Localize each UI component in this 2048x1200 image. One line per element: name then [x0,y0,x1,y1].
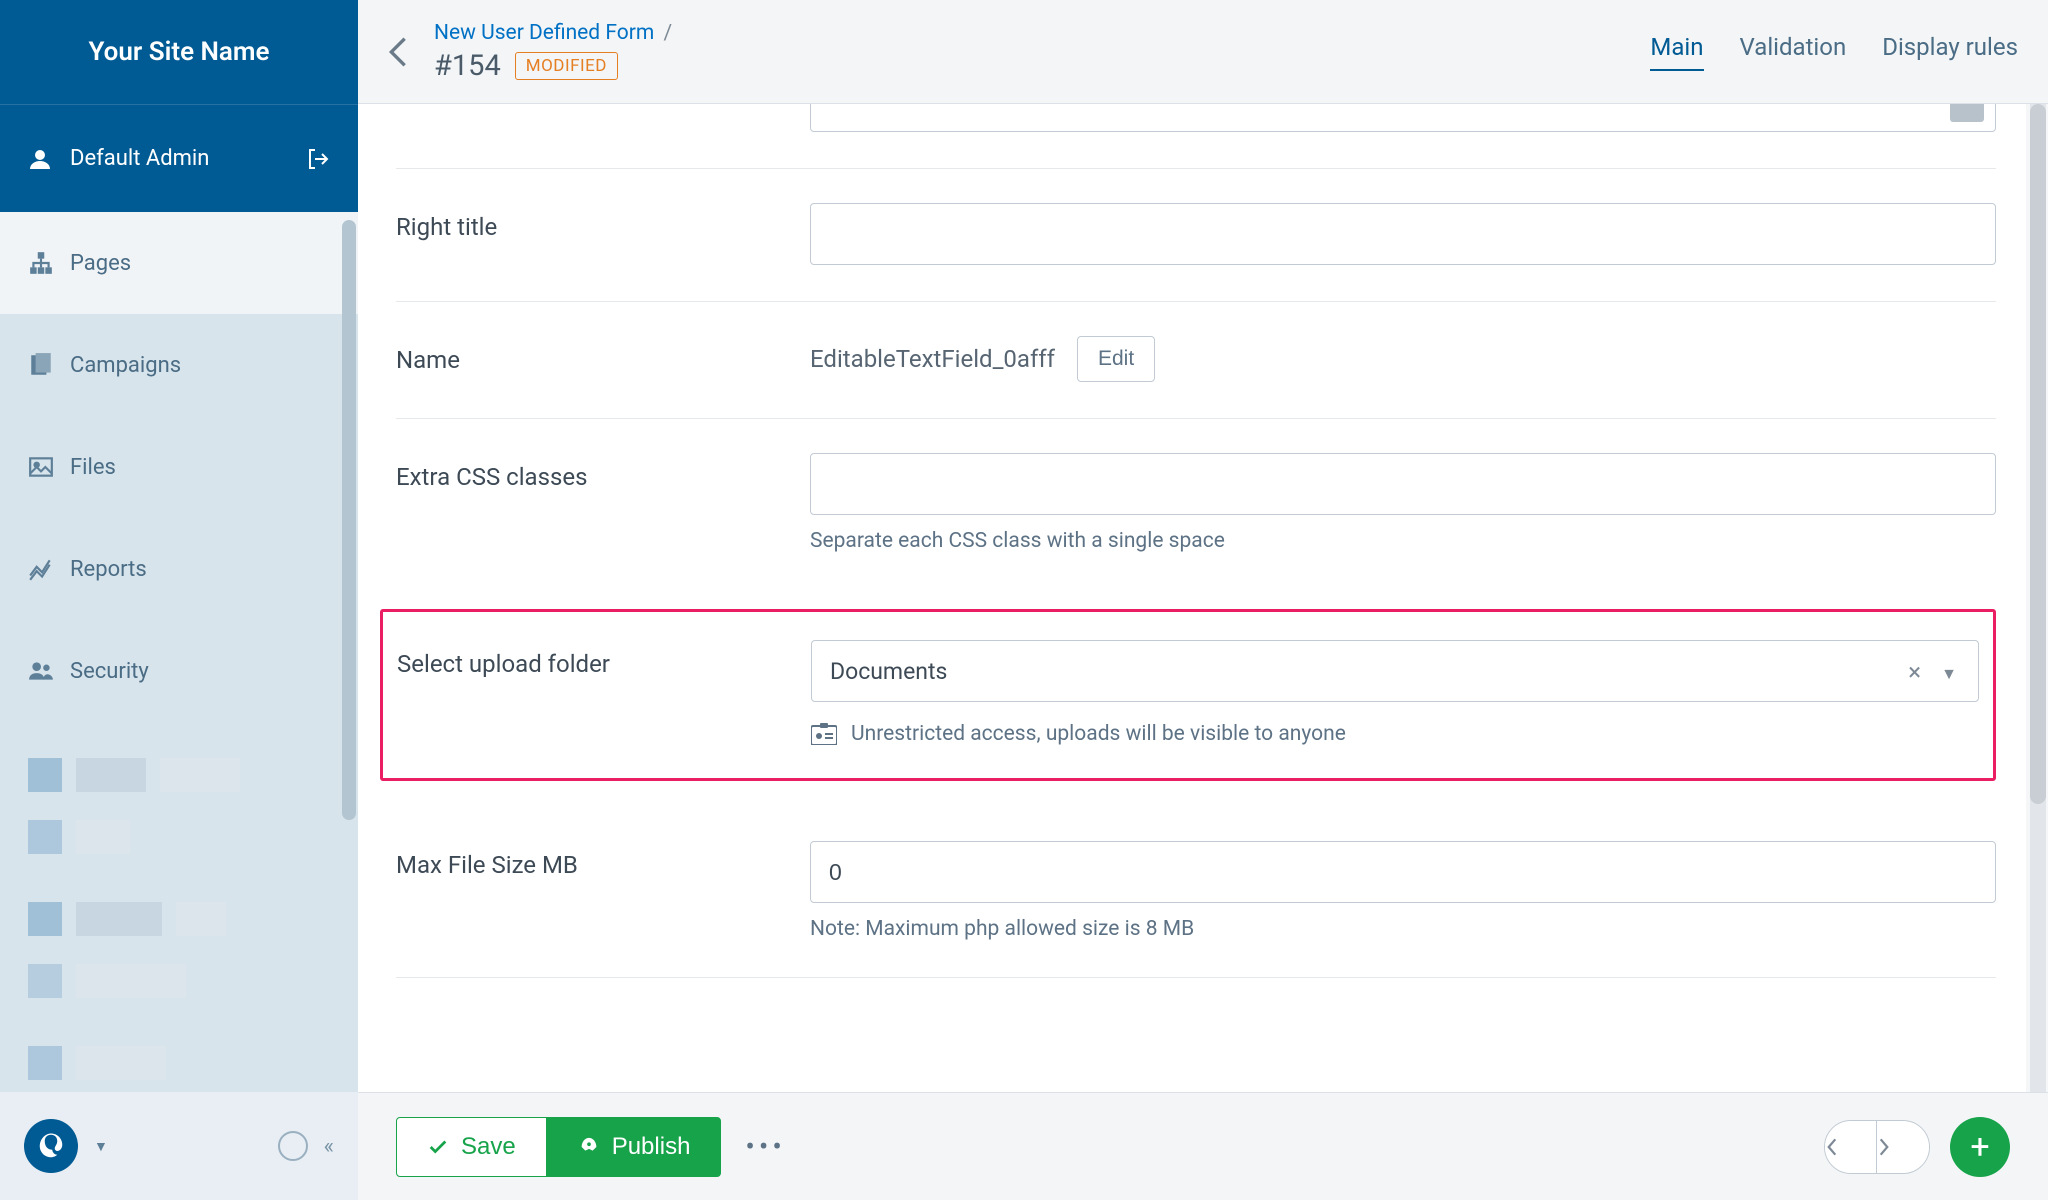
chevron-right-icon [1877,1136,1891,1158]
field-row-upload-folder: Select upload folder Documents × ▼ Unres… [397,640,1979,746]
main-scrollbar-track[interactable] [2030,104,2046,1092]
status-badge: MODIFIED [515,52,618,80]
field-row-max-size: Max File Size MB Note: Maximum php allow… [396,807,1996,978]
clear-icon[interactable]: × [1908,658,1921,686]
sidebar-item-redacted [0,806,358,868]
user-row[interactable]: Default Admin [0,104,358,212]
more-actions-button[interactable]: ••• [745,1130,785,1163]
field-label: Right title [396,203,810,265]
plus-icon: + [1970,1127,1989,1167]
sidebar-item-label: Pages [70,251,131,276]
right-title-input[interactable] [810,203,1996,265]
help-text: Note: Maximum php allowed size is 8 MB [810,917,1996,941]
sidebar-item-label: Campaigns [70,353,181,378]
sidebar-item-campaigns[interactable]: Campaigns [0,314,358,416]
logout-icon[interactable] [306,147,330,171]
sidebar-item-redacted [0,744,358,806]
tabs: Main Validation Display rules [1650,33,2018,71]
status-circle-icon [278,1131,308,1161]
sidebar-item-label: Files [70,455,116,480]
name-value: EditableTextField_0afff [810,345,1055,373]
sidebar-item-redacted [0,1032,358,1094]
select-value: Documents [830,658,947,685]
edit-name-button[interactable]: Edit [1077,336,1155,382]
site-header: Your Site Name [0,0,358,104]
sidebar-item-reports[interactable]: Reports [0,518,358,620]
sidebar-item-redacted [0,888,358,950]
sidebar-item-redacted [0,950,358,1012]
action-bar: Save Publish ••• + [358,1092,2048,1200]
breadcrumb-parent-link[interactable]: New User Defined Form [434,21,654,45]
save-button[interactable]: Save [396,1117,547,1177]
upload-folder-select[interactable]: Documents [811,640,1979,702]
sidebar-item-security[interactable]: Security [0,620,358,722]
sidebar-footer: ▼ « [0,1092,358,1200]
page-id: #154 [434,49,501,83]
breadcrumb-separator: / [663,21,672,45]
chevron-left-icon [1825,1136,1839,1158]
back-button[interactable] [388,35,426,69]
layers-icon [28,352,70,378]
field-label: Max File Size MB [396,841,810,941]
people-icon [28,658,70,684]
field-label: Name [396,336,810,382]
publish-label: Publish [612,1133,691,1161]
chart-icon [28,556,70,582]
field-label: Extra CSS classes [396,453,810,553]
tab-validation[interactable]: Validation [1740,33,1847,71]
main-scrollbar-thumb[interactable] [2030,104,2046,804]
cms-logo-icon[interactable] [24,1119,78,1173]
field-label: Select upload folder [397,640,811,746]
field-row-css: Extra CSS classes Separate each CSS clas… [396,419,1996,589]
css-classes-input[interactable] [810,453,1996,515]
sidebar-item-label: Reports [70,557,147,582]
tab-main[interactable]: Main [1650,33,1703,71]
field-row-cutoff [396,104,1996,169]
max-size-input[interactable] [810,841,1996,903]
chevron-down-icon[interactable]: ▼ [94,1138,108,1155]
breadcrumb: New User Defined Form / #154 MODIFIED [434,21,672,83]
save-label: Save [461,1133,516,1161]
editor-toggle-icon[interactable] [1950,104,1984,122]
sidebar: Your Site Name Default Admin Pages Campa… [0,0,358,1092]
add-button[interactable]: + [1950,1117,2010,1177]
next-button[interactable] [1877,1121,1929,1173]
text-input-cutoff[interactable] [810,104,1996,132]
pager [1824,1120,1930,1174]
sidebar-item-label: Security [70,659,149,684]
sidebar-item-pages[interactable]: Pages [0,212,358,314]
main-content: Right title Name EditableTextField_0afff… [358,104,2026,1092]
help-text: Separate each CSS class with a single sp… [810,529,1996,553]
id-card-icon [811,723,837,745]
user-name: Default Admin [70,146,306,171]
upload-warning-text: Unrestricted access, uploads will be vis… [851,722,1346,746]
chevron-down-icon[interactable]: ▼ [1941,664,1957,684]
sidebar-scrollbar[interactable] [342,220,356,820]
user-icon [28,147,52,171]
site-name: Your Site Name [89,37,270,67]
field-row-name: Name EditableTextField_0afff Edit [396,302,1996,419]
prev-button[interactable] [1825,1121,1877,1173]
publish-button[interactable]: Publish [547,1117,722,1177]
field-row-right-title: Right title [396,169,1996,302]
sitemap-icon [28,250,70,276]
rocket-icon [578,1136,600,1158]
sidebar-item-files[interactable]: Files [0,416,358,518]
topbar: New User Defined Form / #154 MODIFIED Ma… [358,0,2048,104]
upload-folder-highlight: Select upload folder Documents × ▼ Unres… [380,609,1996,781]
image-icon [28,454,70,480]
collapse-icon[interactable]: « [324,1134,334,1159]
tab-display-rules[interactable]: Display rules [1882,33,2018,71]
check-icon [427,1136,449,1158]
